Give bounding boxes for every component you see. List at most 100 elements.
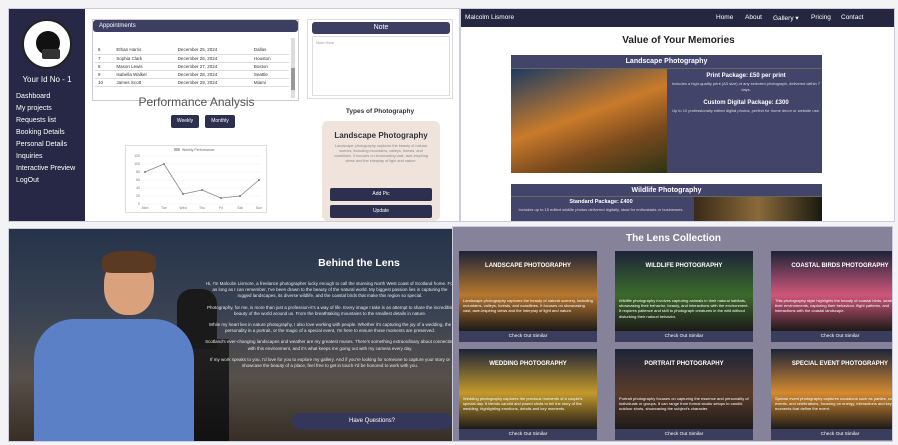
tile-desc: Landscape photography captures the beaut…	[463, 298, 593, 314]
chart-svg: 0 20 40 60 80 100 120 Mon Tue Wed Thu Fri Sat Sun Week…	[134, 148, 262, 210]
x-tick-label: Thu	[199, 206, 205, 210]
legend-swatch	[174, 148, 180, 151]
table-cell: Seattle	[250, 70, 289, 79]
scrollbar[interactable]	[291, 38, 295, 98]
about-text: Hi, I'm Malcolm Lismore, a freelance pho…	[205, 281, 455, 374]
nav-about[interactable]: About	[745, 14, 762, 21]
menu-booking-details[interactable]: Booking Details	[16, 127, 75, 139]
menu-personal-details[interactable]: Personal Details	[16, 139, 75, 151]
x-tick-label: Sun	[256, 206, 262, 210]
collection-tile: SPECIAL EVENT PHOTOGRAPHY Special event p…	[771, 349, 893, 441]
y-tick-label: 120	[134, 154, 140, 158]
y-tick-label: 60	[136, 178, 140, 182]
collection-panel: The Lens Collection LANDSCAPE PHOTOGRAPH…	[452, 226, 893, 442]
data-point	[182, 193, 184, 195]
sidebar: Your Id No - 1 Dashboard My projects Req…	[9, 9, 85, 221]
nav-pricing[interactable]: Pricing	[811, 14, 831, 21]
standard-package-desc: Includes up to 15 edited wildlife photos…	[518, 207, 684, 212]
table-cell: Sophia Clark	[113, 54, 175, 63]
tile-label: SPECIAL EVENT PHOTOGRAPHY	[791, 361, 889, 367]
menu-my-projects[interactable]: My projects	[16, 103, 75, 115]
y-tick-label: 20	[136, 194, 140, 198]
menu-dashboard[interactable]: Dashboard	[16, 91, 75, 103]
nav-contact[interactable]: Contact	[841, 14, 863, 21]
brand-link[interactable]: Malcolm Lismore	[465, 14, 514, 21]
table-row: 8 Mason Lewis December 27, 2024 Boston	[95, 62, 289, 71]
tile-label: WEDDING PHOTOGRAPHY	[489, 361, 567, 367]
check-out-similar-button[interactable]: Check Out Similar	[615, 331, 753, 342]
check-out-similar-button[interactable]: Check Out Similar	[459, 331, 597, 342]
table-cell: 8	[95, 62, 114, 71]
menu-interactive-preview[interactable]: Interactive Preview	[16, 163, 75, 175]
check-out-similar-button[interactable]: Check Out Similar	[459, 429, 597, 440]
wildlife-image	[694, 197, 822, 221]
update-button[interactable]: Update	[330, 205, 432, 218]
check-out-similar-button[interactable]: Check Out Similar	[771, 429, 892, 440]
data-point	[258, 179, 260, 181]
tile-desc: Wedding photography captures the preciou…	[463, 396, 583, 412]
tile-label: WILDLIFE PHOTOGRAPHY	[645, 263, 723, 269]
types-title: Types of Photography	[345, 108, 415, 115]
note-textarea[interactable]: Note Here	[312, 36, 450, 96]
data-point	[239, 195, 241, 197]
about-title: Behind the Lens	[318, 257, 400, 269]
performance-title: Performance Analysis	[138, 95, 255, 109]
table-cell: December 26, 2024	[174, 54, 251, 63]
appointments-panel: Appointments 6 Ethan Harris December 25, 2…	[92, 19, 299, 101]
y-tick-label: 0	[138, 202, 140, 206]
page-heading: Value of Your Memories	[622, 35, 735, 46]
check-out-similar-button[interactable]: Check Out Similar	[615, 429, 753, 440]
table-cell: Mason Lewis	[113, 62, 175, 71]
tile-desc: Wildlife photography involves capturing …	[619, 298, 749, 319]
menu-logout[interactable]: LogOut	[16, 175, 75, 187]
weekly-button[interactable]: Weekly	[171, 115, 199, 128]
tile-desc: This photography style highlights the be…	[775, 298, 893, 314]
tile-desc: Special event photography captures occas…	[775, 396, 893, 412]
data-point	[144, 171, 146, 173]
table-cell: Isabella Walker	[113, 70, 175, 79]
types-panel: Types of Photography Landscape Photograp…	[307, 104, 453, 221]
person-body	[34, 319, 194, 441]
landscape-image	[511, 69, 667, 173]
type-card-desc: Landscape photography captures the beaut…	[334, 144, 428, 163]
person-hair	[102, 251, 156, 273]
table-cell: James Scott	[113, 78, 175, 87]
nav-gallery[interactable]: Gallery ▾	[773, 14, 799, 22]
appointments-title: Appointments	[93, 20, 298, 32]
have-questions-button[interactable]: Have Questions?	[292, 413, 452, 430]
about-paragraph: If my work speaks to you, I'd love for y…	[210, 356, 450, 369]
table-cell: 6	[95, 46, 114, 55]
logo	[22, 19, 72, 69]
card-text: Print Package: £50 per print Includes a …	[671, 71, 821, 114]
y-tick-label: 100	[134, 162, 140, 166]
navbar: Malcolm Lismore Home About Gallery ▾ Pri…	[461, 9, 894, 27]
digital-package-title: Custom Digital Package: £300	[703, 100, 789, 106]
legend-label: Weekly Performance	[182, 148, 214, 152]
wildlife-pricing-card: Wildlife Photography Standard Package: £…	[511, 184, 822, 221]
print-package-title: Print Package: £50 per print	[706, 73, 786, 79]
monthly-button[interactable]: Monthly	[205, 115, 235, 128]
menu-requests-list[interactable]: Requests list	[16, 115, 75, 127]
data-point	[220, 197, 222, 199]
menu-inquiries[interactable]: Inquiries	[16, 151, 75, 163]
add-pic-button[interactable]: Add Pic	[330, 188, 432, 201]
table-cell: Ethan Harris	[113, 46, 175, 55]
series-line	[144, 163, 260, 199]
about-paragraph: Photography, for me, is more than just a…	[207, 304, 453, 316]
x-tick-label: Fri	[219, 206, 223, 210]
check-out-similar-button[interactable]: Check Out Similar	[771, 331, 892, 342]
about-panel: Behind the Lens Hi, I'm Malcolm Lismore,…	[8, 228, 460, 442]
table-cell: December 27, 2024	[174, 62, 251, 71]
nav-home[interactable]: Home	[716, 14, 733, 21]
landscape-pricing-card: Landscape Photography Print Package: £50…	[511, 55, 822, 173]
x-tick-label: Wed	[179, 206, 186, 210]
data-point	[201, 189, 203, 191]
table-cell: 10	[95, 78, 114, 87]
performance-section: Performance Analysis Weekly Monthly 0 20 4…	[99, 95, 294, 215]
table-cell: Boston	[250, 62, 289, 71]
table-row: 10 James Scott December 29, 2024 Miami	[95, 78, 289, 87]
table-cell: Miami	[250, 78, 289, 87]
user-id: Your Id No - 1	[22, 75, 72, 84]
table-cell: Houston	[250, 54, 289, 63]
table-cell: December 29, 2024	[174, 78, 251, 87]
